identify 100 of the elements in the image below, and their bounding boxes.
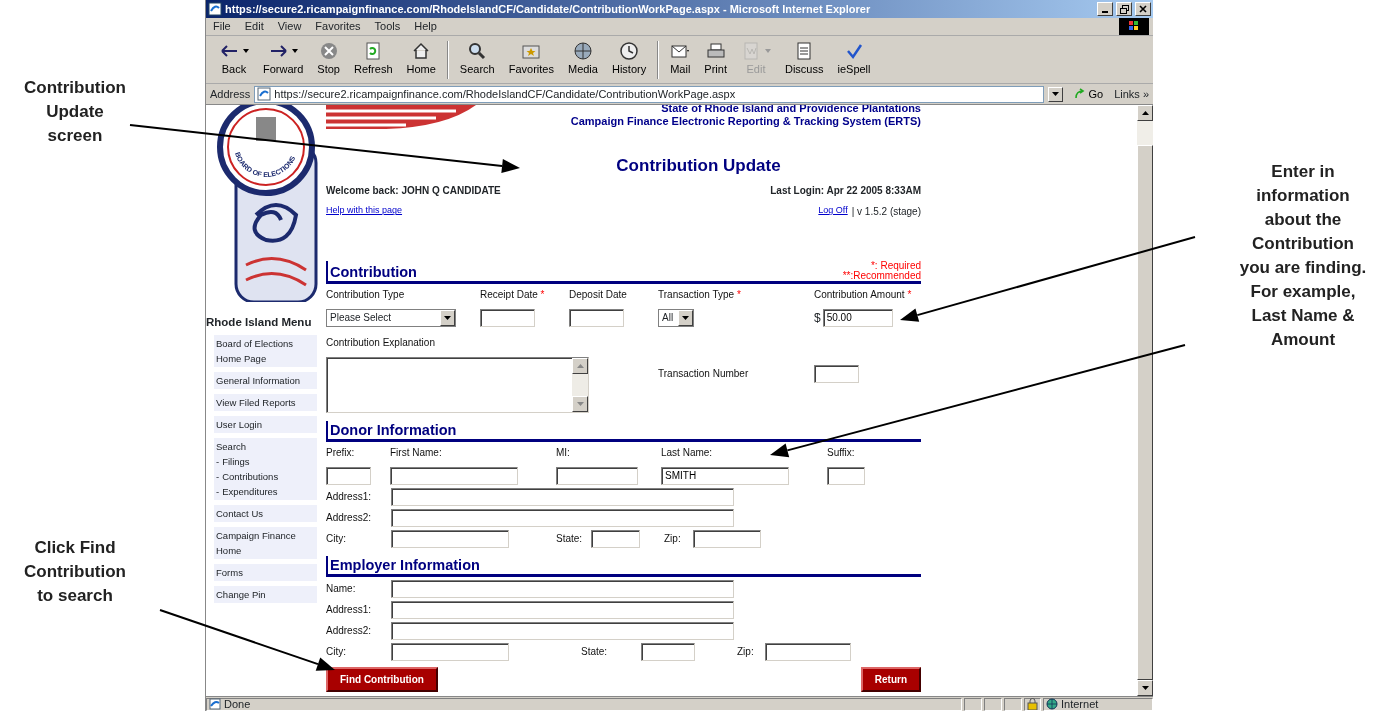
- menu-link[interactable]: General Information: [216, 373, 315, 389]
- dropdown-button[interactable]: [1048, 86, 1064, 102]
- restore-button[interactable]: [1116, 2, 1132, 16]
- globe-icon: [572, 41, 593, 62]
- menu-link[interactable]: Contact Us: [216, 506, 315, 522]
- toolbar-button[interactable]: Media: [560, 41, 605, 78]
- menu-link[interactable]: View Filed Reports: [216, 395, 315, 411]
- browser-icon: [208, 2, 222, 16]
- currency-sign: $: [814, 309, 821, 327]
- menu-item[interactable]: Favorites: [308, 18, 368, 35]
- caret-icon: [1052, 92, 1060, 96]
- menu-link[interactable]: Forms: [216, 565, 315, 581]
- toolbar-button[interactable]: Print: [697, 41, 734, 78]
- text-field[interactable]: SMITH: [661, 466, 789, 485]
- text-field[interactable]: [391, 508, 734, 527]
- text-field[interactable]: [391, 621, 734, 640]
- help-link[interactable]: Help with this page: [326, 204, 403, 218]
- dropdown-caret-icon[interactable]: [243, 49, 249, 54]
- address-field[interactable]: https://secure2.ricampaignfinance.com/RhodeIslandCF/Candidate/ContributionWorkPage.aspx: [254, 85, 1045, 103]
- text-field[interactable]: [641, 642, 695, 661]
- list-dash: -: [216, 485, 220, 500]
- toolbar-button[interactable]: Refresh: [347, 41, 400, 78]
- log-off-link[interactable]: Log Off: [818, 204, 848, 218]
- field-label: City:: [326, 533, 346, 544]
- field-label: Contribution Amount *: [814, 287, 913, 302]
- menu-link[interactable]: Contributions: [222, 469, 279, 485]
- menu-item[interactable]: Help: [407, 18, 444, 35]
- text-field[interactable]: [827, 466, 865, 485]
- toolbar-button[interactable]: Favorites: [501, 41, 561, 78]
- menu-link[interactable]: Change Pin: [216, 587, 315, 603]
- caret-icon: [444, 315, 451, 320]
- section-header: Employer Information: [326, 555, 921, 577]
- text-field[interactable]: [556, 466, 638, 485]
- text-field[interactable]: [591, 529, 640, 548]
- menu-link[interactable]: Search: [216, 439, 315, 455]
- menu-link[interactable]: Filings: [222, 454, 250, 470]
- toolbar-button[interactable]: Home: [399, 41, 443, 78]
- go-button[interactable]: Go: [1067, 85, 1111, 103]
- clock-icon: [619, 41, 640, 62]
- text-field[interactable]: [326, 466, 371, 485]
- field-label: Zip:: [664, 533, 681, 544]
- dropdown-caret-icon[interactable]: [292, 49, 299, 54]
- field-label: MI:: [556, 445, 571, 460]
- text-field[interactable]: [391, 579, 734, 598]
- windows-logo-icon: [1119, 18, 1149, 35]
- toolbar-button[interactable]: ieSpell: [830, 41, 878, 78]
- text-field[interactable]: [693, 529, 761, 548]
- menu-link[interactable]: User Login: [216, 417, 315, 433]
- text-area[interactable]: [326, 356, 589, 413]
- links-label[interactable]: Links »: [1114, 85, 1149, 103]
- close-button[interactable]: [1135, 2, 1151, 16]
- page-icon: [257, 87, 272, 101]
- dropdown[interactable]: Please Select: [326, 308, 456, 327]
- text-field[interactable]: [391, 487, 734, 506]
- toolbar-button[interactable]: Stop: [310, 41, 347, 78]
- field-label: Contribution Type: [326, 287, 406, 302]
- text-field[interactable]: [390, 466, 518, 485]
- text-field[interactable]: 50.00: [822, 308, 893, 327]
- field-label: State:: [581, 646, 608, 657]
- field-label: Transaction Type *: [658, 287, 742, 302]
- text-field[interactable]: [391, 642, 509, 661]
- version-text: | v 1.5.2 (stage): [851, 204, 921, 219]
- globe-icon: [1046, 698, 1058, 710]
- state-line: State of Rhode Island and Providence Plantations: [661, 105, 921, 115]
- menu-link[interactable]: Board of Elections Home Page: [216, 336, 315, 367]
- toolbar-button[interactable]: Back: [212, 41, 256, 78]
- toolbar-button[interactable]: Forward: [256, 41, 311, 78]
- text-field[interactable]: [391, 529, 509, 548]
- arrow-icon: [1074, 88, 1087, 100]
- field-label: First Name:: [390, 445, 443, 460]
- action-button[interactable]: Return: [860, 667, 921, 692]
- menu-item[interactable]: File: [206, 18, 238, 35]
- last-login-text: Last Login: Apr 22 2005 8:33AM: [770, 183, 921, 198]
- field-label: State:: [556, 533, 583, 544]
- scrollbar[interactable]: [572, 357, 588, 412]
- zone-text: Internet: [1061, 696, 1099, 711]
- section-header: Donor Information: [326, 420, 921, 442]
- field-label: Address2:: [326, 625, 372, 636]
- page-title: Contribution Update: [615, 155, 782, 177]
- down-arrow-icon: [1141, 686, 1149, 690]
- toolbar-button[interactable]: History: [604, 41, 654, 78]
- text-field[interactable]: [765, 642, 851, 661]
- dropdown[interactable]: All: [658, 308, 694, 327]
- padlock-icon: [1027, 698, 1038, 710]
- page-scrollbar[interactable]: [1137, 105, 1153, 696]
- toolbar-button[interactable]: Search: [452, 41, 502, 78]
- menu-link[interactable]: Expenditures: [222, 484, 278, 500]
- field-label: Name:: [326, 583, 356, 594]
- text-field[interactable]: [480, 308, 535, 327]
- menu-item[interactable]: View: [270, 18, 309, 35]
- action-button[interactable]: Find Contribution: [326, 667, 438, 692]
- menu-item[interactable]: Tools: [367, 18, 408, 35]
- menu-link[interactable]: Campaign Finance Home: [216, 528, 315, 559]
- minimize-button[interactable]: [1097, 2, 1113, 16]
- text-field[interactable]: [391, 600, 734, 619]
- menu-item[interactable]: Edit: [237, 18, 271, 35]
- toolbar-button[interactable]: Discuss: [777, 41, 831, 78]
- text-field[interactable]: [814, 364, 859, 383]
- toolbar-button[interactable]: Mail: [663, 41, 698, 78]
- text-field[interactable]: [569, 308, 624, 327]
